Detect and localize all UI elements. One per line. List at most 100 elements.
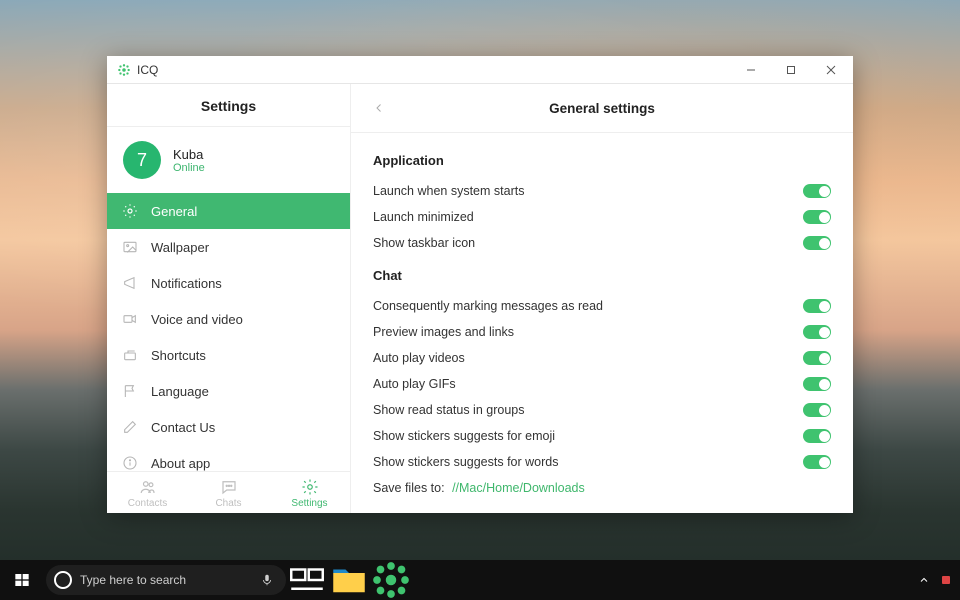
- bell-icon: [121, 274, 139, 292]
- toggle-autoplay-gif[interactable]: [803, 377, 831, 391]
- chats-icon: [220, 478, 238, 496]
- sidebar-item-label: Voice and video: [151, 312, 243, 327]
- system-tray[interactable]: [918, 574, 960, 586]
- search-placeholder: Type here to search: [80, 573, 252, 587]
- tray-chevron-up-icon: [918, 574, 930, 586]
- cortana-icon: [54, 571, 72, 589]
- setting-row: Launch minimized: [373, 204, 831, 230]
- setting-label: Launch when system starts: [373, 184, 524, 198]
- flag-icon: [121, 382, 139, 400]
- window-title: ICQ: [137, 63, 158, 77]
- setting-row: Consequently marking messages as read: [373, 293, 831, 319]
- taskbar-app-explorer[interactable]: [328, 560, 370, 600]
- save-files-path[interactable]: //Mac/Home/Downloads: [452, 481, 585, 495]
- setting-row: Show stickers suggests for emoji: [373, 423, 831, 449]
- image-icon: [121, 238, 139, 256]
- edit-icon: [121, 418, 139, 436]
- sidebar-item-voice-video[interactable]: Voice and video: [107, 301, 350, 337]
- titlebar: ICQ: [107, 56, 853, 84]
- taskbar-app-icq[interactable]: [370, 560, 412, 600]
- setting-label: Launch minimized: [373, 210, 474, 224]
- sidebar-item-label: Wallpaper: [151, 240, 209, 255]
- setting-row: Show stickers suggests for words: [373, 449, 831, 475]
- tab-chats[interactable]: Chats: [188, 472, 269, 513]
- back-button[interactable]: [367, 96, 391, 120]
- setting-label: Show taskbar icon: [373, 236, 475, 250]
- info-icon: [121, 454, 139, 471]
- content-pane: General settings Application Launch when…: [351, 84, 853, 513]
- sidebar-item-label: Shortcuts: [151, 348, 206, 363]
- toggle-stickers-words[interactable]: [803, 455, 831, 469]
- sidebar-item-label: Contact Us: [151, 420, 215, 435]
- setting-row: Auto play videos: [373, 345, 831, 371]
- start-button[interactable]: [0, 560, 44, 600]
- sidebar-item-notifications[interactable]: Notifications: [107, 265, 350, 301]
- settings-nav: General Wallpaper Notifications Voice an…: [107, 193, 350, 471]
- sidebar-title: Settings: [107, 84, 350, 127]
- sidebar-item-about-app[interactable]: About app: [107, 445, 350, 471]
- save-files-label: Save files to:: [373, 481, 445, 495]
- sidebar-item-wallpaper[interactable]: Wallpaper: [107, 229, 350, 265]
- contacts-icon: [139, 478, 157, 496]
- sidebar-item-contact-us[interactable]: Contact Us: [107, 409, 350, 445]
- sidebar-item-label: General: [151, 204, 197, 219]
- folder-icon: [328, 559, 370, 600]
- setting-row: Preview images and links: [373, 319, 831, 345]
- toggle-stickers-emoji[interactable]: [803, 429, 831, 443]
- content-title: General settings: [351, 101, 853, 116]
- setting-row: Show taskbar icon: [373, 230, 831, 256]
- sidebar-item-general[interactable]: General: [107, 193, 350, 229]
- profile-block[interactable]: 7 Kuba Online: [107, 127, 350, 193]
- settings-icon: [301, 478, 319, 496]
- sidebar-item-label: About app: [151, 456, 210, 471]
- close-button[interactable]: [811, 57, 851, 83]
- toggle-launch-minimized[interactable]: [803, 210, 831, 224]
- setting-label: Auto play GIFs: [373, 377, 456, 391]
- toggle-launch-start[interactable]: [803, 184, 831, 198]
- keyboard-icon: [121, 346, 139, 364]
- task-view-icon: [286, 559, 328, 600]
- toggle-read-status-groups[interactable]: [803, 403, 831, 417]
- setting-label: Show stickers suggests for words: [373, 455, 559, 469]
- tray-status-icon: [940, 574, 952, 586]
- setting-row: Auto play GIFs: [373, 371, 831, 397]
- avatar: 7: [123, 141, 161, 179]
- gear-icon: [121, 202, 139, 220]
- setting-row: Launch when system starts: [373, 178, 831, 204]
- toggle-taskbar-icon[interactable]: [803, 236, 831, 250]
- setting-label: Show stickers suggests for emoji: [373, 429, 555, 443]
- sidebar-item-shortcuts[interactable]: Shortcuts: [107, 337, 350, 373]
- content-header: General settings: [351, 84, 853, 133]
- sidebar: Settings 7 Kuba Online General W: [107, 84, 351, 513]
- toggle-mark-read[interactable]: [803, 299, 831, 313]
- content-scroll[interactable]: Application Launch when system starts La…: [351, 133, 853, 513]
- toggle-autoplay-video[interactable]: [803, 351, 831, 365]
- windows-icon: [14, 572, 30, 588]
- toggle-preview[interactable]: [803, 325, 831, 339]
- save-files-row: Save files to: //Mac/Home/Downloads: [373, 475, 831, 501]
- mic-icon: [260, 573, 274, 587]
- section-heading-chat: Chat: [373, 268, 831, 283]
- profile-status: Online: [173, 162, 205, 174]
- video-icon: [121, 310, 139, 328]
- sidebar-item-language[interactable]: Language: [107, 373, 350, 409]
- bottom-tabs: Contacts Chats Settings: [107, 471, 350, 513]
- setting-label: Auto play videos: [373, 351, 465, 365]
- sidebar-item-label: Notifications: [151, 276, 222, 291]
- setting-label: Preview images and links: [373, 325, 514, 339]
- icq-icon: [370, 559, 412, 600]
- app-window: ICQ Settings 7 Kuba Online: [107, 56, 853, 513]
- taskbar-search[interactable]: Type here to search: [46, 565, 286, 595]
- minimize-button[interactable]: [731, 57, 771, 83]
- setting-label: Show read status in groups: [373, 403, 524, 417]
- sidebar-item-label: Language: [151, 384, 209, 399]
- task-view-button[interactable]: [286, 560, 328, 600]
- taskbar: Type here to search: [0, 560, 960, 600]
- maximize-button[interactable]: [771, 57, 811, 83]
- tab-settings[interactable]: Settings: [269, 472, 350, 513]
- app-icon: [117, 63, 131, 77]
- profile-name: Kuba: [173, 147, 205, 162]
- setting-label: Consequently marking messages as read: [373, 299, 603, 313]
- tab-contacts[interactable]: Contacts: [107, 472, 188, 513]
- setting-row: Show read status in groups: [373, 397, 831, 423]
